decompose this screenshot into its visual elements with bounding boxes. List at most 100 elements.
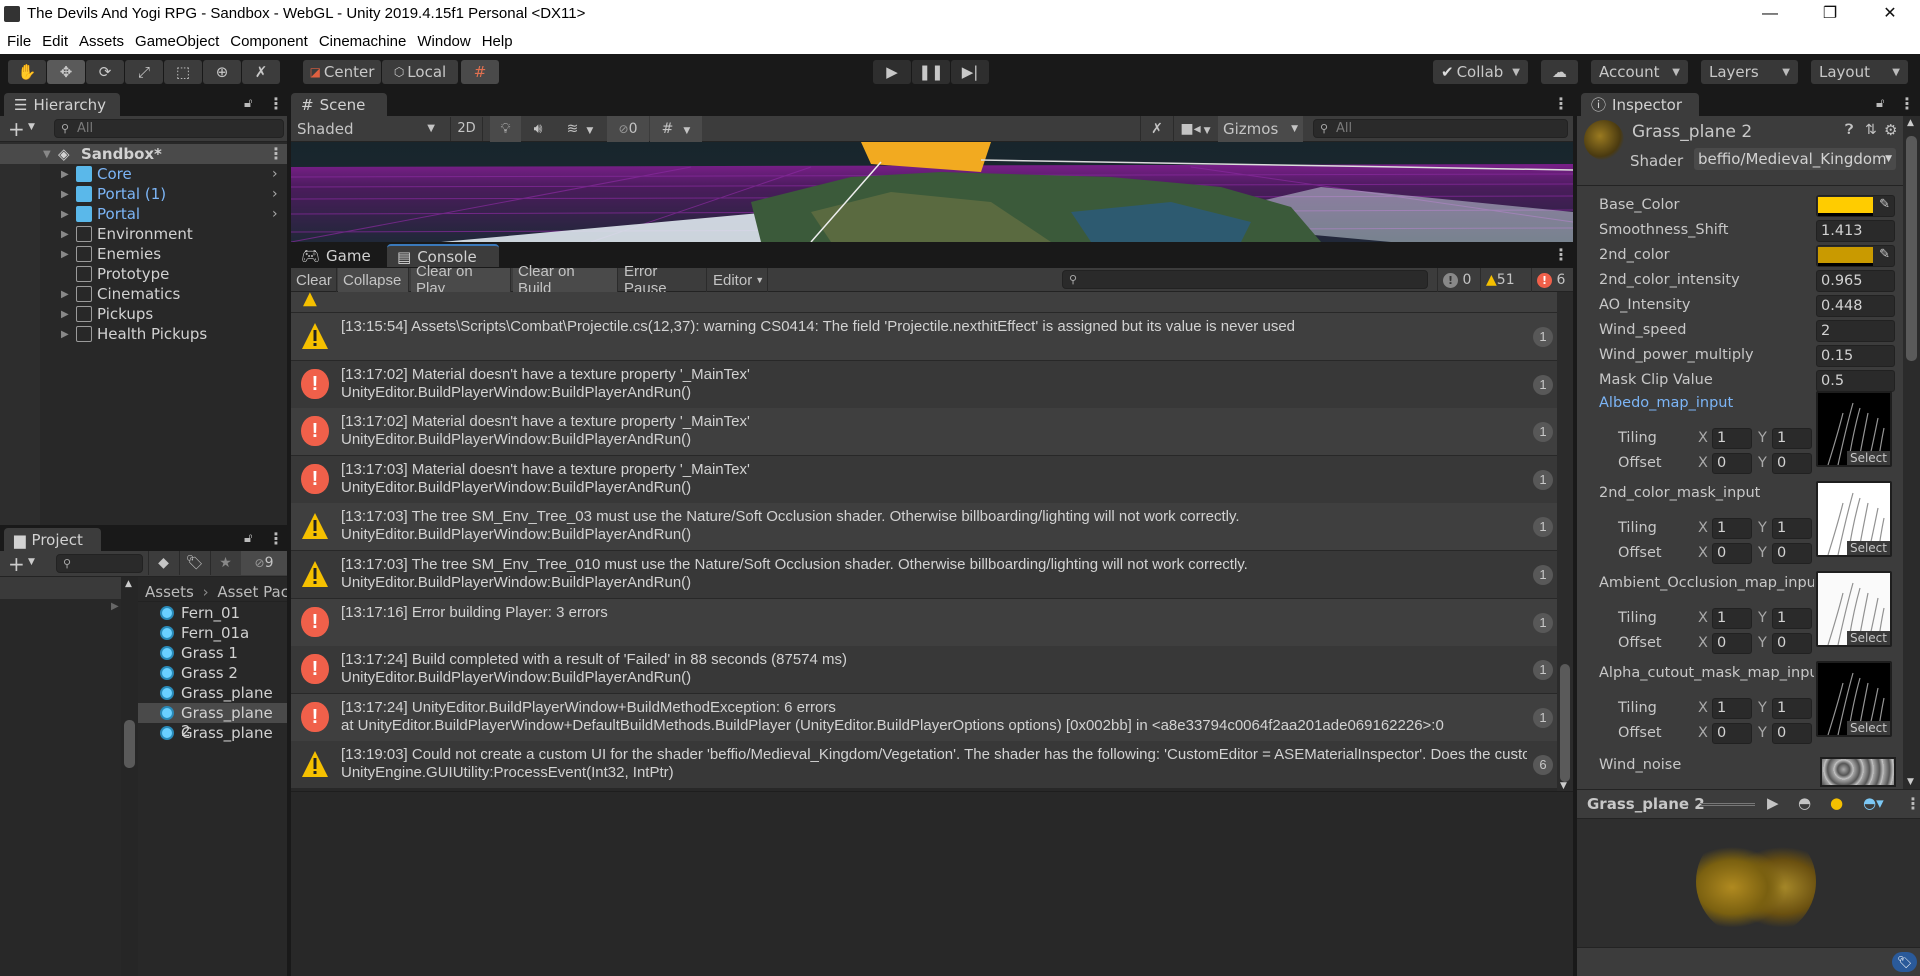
tab-scene[interactable]: # Scene [291,93,387,116]
help-icon[interactable]: ❓︎ [1845,122,1853,138]
error-pause-toggle[interactable]: Error Pause [619,263,707,297]
transform-tool-button[interactable]: ⊕ [203,60,241,84]
scrollbar-thumb[interactable] [1560,664,1570,782]
hierarchy-item[interactable]: Prototype [0,264,287,284]
light-toggle-icon[interactable]: ● [1830,794,1843,812]
play-button[interactable]: ▶ [873,60,911,84]
add-button[interactable]: + [8,117,25,141]
pause-button[interactable]: ❚❚ [912,60,950,84]
more-options-icon[interactable]: ⋮ [268,94,284,113]
float-field[interactable]: 0.5 [1816,370,1895,392]
hierarchy-item[interactable]: ▶ Pickups [0,304,287,324]
texture-slot[interactable]: Select [1816,661,1892,737]
asset-label-icon[interactable]: 🏷︎ [1892,952,1917,972]
scene-viewport[interactable] [291,142,1573,242]
create-button[interactable]: + [8,552,25,576]
lock-icon[interactable]: 🔓︎ [1876,96,1884,111]
preview-drag-handle[interactable] [1700,803,1755,806]
select-texture-button[interactable]: Select [1846,451,1890,465]
eyedropper-icon[interactable]: ✎ [1879,197,1890,212]
collab-dropdown[interactable]: ✔ Collab ▼ [1433,60,1528,84]
folder-tree-selected[interactable] [0,577,121,599]
tiling-x-field[interactable]: 1 [1712,428,1752,449]
close-button[interactable]: ✕ [1860,0,1920,28]
scroll-up-icon[interactable]: ▲ [1907,118,1914,128]
gear-icon[interactable]: ⚙ [1884,121,1897,139]
project-asset-item[interactable]: Grass_plane 1 [138,683,287,720]
expand-arrow-icon[interactable]: ▶ [61,309,69,320]
rotate-tool-button[interactable]: ⟳ [86,60,124,84]
filter-by-type-icon[interactable]: ◆ [148,551,178,575]
favorites-icon[interactable]: ★ [210,551,240,575]
project-asset-item[interactable]: Grass_plane [138,723,287,743]
project-asset-item[interactable]: Grass 2 [138,663,287,683]
tab-hierarchy[interactable]: ☰ Hierarchy [4,93,120,116]
cloud-button[interactable]: ☁ [1541,60,1578,84]
restore-button[interactable]: ❐ [1800,0,1860,28]
tiling-y-field[interactable]: 1 [1772,698,1812,719]
log-entry[interactable]: [13:17:03] The tree SM_Env_Tree_010 must… [291,551,1557,598]
texture-slot[interactable]: Select [1816,481,1892,557]
clear-button[interactable]: Clear [291,268,337,292]
color-field[interactable]: ✎ [1816,245,1895,267]
tab-project[interactable]: ▆ Project [4,528,101,551]
log-entry[interactable]: [13:17:03] The tree SM_Env_Tree_03 must … [291,503,1557,551]
hierarchy-item[interactable]: ▶ Enemies [0,244,287,264]
menu-cinemachine[interactable]: Cinemachine [319,33,413,50]
log-entry[interactable]: ! [13:17:03] Material doesn't have a text… [291,455,1557,503]
chevron-right-icon[interactable]: › [272,186,278,202]
hierarchy-item[interactable]: ▶ Portal › [0,204,287,224]
console-search-input[interactable]: ⚲ [1062,270,1428,289]
more-options-icon[interactable]: ⋮ [1553,245,1569,264]
2d-toggle[interactable]: 2D [450,117,483,141]
more-options-icon[interactable]: ⋮ [268,529,284,548]
pivot-local-button[interactable]: ⬡ Local [382,60,458,84]
layout-dropdown[interactable]: Layout ▼ [1811,60,1908,84]
error-filter-toggle[interactable]: ! 6 [1531,268,1573,292]
select-texture-button[interactable]: Select [1846,721,1890,735]
wind-noise-texture[interactable] [1820,757,1896,787]
menu-file[interactable]: File [7,33,37,50]
menu-window[interactable]: Window [417,33,476,50]
warning-filter-toggle[interactable]: ▲51 [1480,268,1530,292]
more-options-icon[interactable]: ⋮ [1899,94,1915,113]
hierarchy-item[interactable]: ▶ Cinematics [0,284,287,304]
filter-by-label-icon[interactable]: 🏷︎ [179,551,209,575]
chevron-right-icon[interactable]: › [272,206,278,222]
log-entry[interactable]: ! [13:17:16] Error building Player: 3 err… [291,598,1557,646]
hierarchy-item[interactable]: ▶ Environment [0,224,287,244]
menu-assets[interactable]: Assets [79,33,130,50]
tiling-y-field[interactable]: 1 [1772,428,1812,449]
scale-tool-button[interactable]: ⤢ [125,60,163,84]
rect-tool-button[interactable]: ⬚ [164,60,202,84]
offset-x-field[interactable]: 0 [1712,723,1752,744]
log-row-partial[interactable]: ▲ [291,292,1557,312]
log-entry[interactable]: ! [13:17:24] Build completed with a resul… [291,646,1557,694]
hierarchy-item[interactable]: ▶ Core › [0,164,287,184]
play-preview-icon[interactable]: ▶ [1767,794,1779,812]
audio-toggle[interactable]: 🔊︎ [522,116,554,142]
chevron-right-icon[interactable]: › [272,166,278,182]
scene-visibility-toggle[interactable]: ⊘0 [607,116,649,142]
material-preview[interactable] [1577,819,1920,947]
preview-shape-dropdown[interactable]: ◓▾ [1863,794,1884,812]
hidden-packages-toggle[interactable]: ⊘9 [241,551,287,575]
clear-on-build-toggle[interactable]: Clear on Build [513,263,618,297]
offset-x-field[interactable]: 0 [1712,543,1752,564]
hierarchy-search-input[interactable]: ⚲ All [54,119,284,138]
project-asset-item[interactable]: Grass_plane 2 [138,703,287,740]
hierarchy-item[interactable]: ▶ Health Pickups [0,324,287,344]
move-tool-button[interactable]: ✥ [47,60,85,84]
clear-on-play-toggle[interactable]: Clear on Play [411,263,511,297]
tiling-x-field[interactable]: 1 [1712,698,1752,719]
tab-game[interactable]: 🎮︎ Game [291,244,383,267]
project-asset-item[interactable]: Fern_01a [138,623,287,643]
offset-y-field[interactable]: 0 [1772,543,1812,564]
expand-arrow-icon[interactable]: ▶ [61,209,69,220]
console-scrollbar[interactable]: ▼ [1557,292,1573,791]
folder-expand-icon[interactable]: ▶ [111,601,119,612]
add-dropdown-icon[interactable]: ▼ [28,122,35,132]
log-entry[interactable]: [13:15:54] Assets\Scripts\Combat\Project… [291,313,1557,360]
scrollbar-thumb[interactable] [124,720,135,768]
hand-tool-button[interactable]: ✋ [8,60,46,84]
